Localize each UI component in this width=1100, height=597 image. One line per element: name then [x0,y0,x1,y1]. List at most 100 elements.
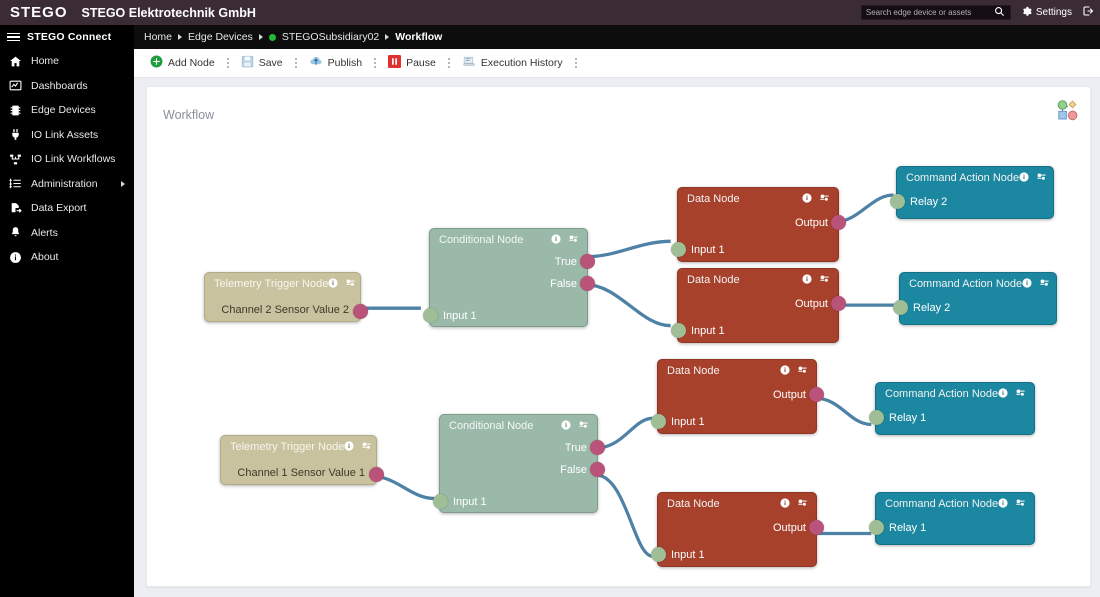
node-data[interactable]: Data Node Output Input 1 [677,268,839,343]
info-icon[interactable] [802,273,812,287]
node-command-action[interactable]: Command Action Node Relay 2 [899,272,1057,325]
input-port[interactable] [671,242,686,257]
sidebar-item-data-export[interactable]: Data Export [0,196,134,221]
gear-sliders-icon[interactable] [568,233,579,247]
output-port-false[interactable] [590,462,605,477]
info-icon[interactable] [344,440,354,454]
execution-history-button[interactable]: Execution History [459,55,566,71]
gear-sliders-icon[interactable] [578,419,589,433]
node-command-action[interactable]: Command Action Node Relay 1 [875,382,1035,435]
node-data[interactable]: Data Node Output Input 1 [677,187,839,262]
node-data[interactable]: Data Node Output Input 1 [657,359,817,434]
gear-sliders-icon[interactable] [361,440,372,454]
info-icon[interactable] [551,233,561,247]
input-label: Input 1 [453,496,487,508]
sidebar-item-alerts[interactable]: Alerts [0,221,134,246]
output-port[interactable] [831,215,846,230]
output-port-false[interactable] [580,276,595,291]
node-telemetry-trigger[interactable]: Telemetry Trigger Node Channel 2 Sensor … [204,272,361,322]
breadcrumb-item-edge-devices[interactable]: Edge Devices [188,31,253,43]
hamburger-icon[interactable] [7,33,20,42]
input-port[interactable] [893,300,908,315]
sidebar-item-io-link-workflows[interactable]: IO Link Workflows [0,147,134,172]
gear-sliders-icon[interactable] [819,273,830,287]
node-title: Data Node [667,498,720,510]
sidebar-item-home[interactable]: Home [0,49,134,74]
node-conditional[interactable]: Conditional Node True False [429,228,588,327]
sidebar-item-edge-devices[interactable]: Edge Devices [0,98,134,123]
node-data[interactable]: Data Node Output Input 1 [657,492,817,567]
workflow-canvas[interactable]: Workflow [146,86,1091,587]
output-port[interactable] [831,296,846,311]
gear-sliders-icon[interactable] [345,277,356,291]
node-command-action[interactable]: Command Action Node Relay 2 [896,166,1054,219]
output-row: Output [658,386,816,404]
info-icon[interactable] [1022,277,1032,291]
info-icon[interactable] [998,387,1008,401]
node-command-action[interactable]: Command Action Node Relay 1 [875,492,1035,545]
node-header: Command Action Node [900,273,1056,291]
search-input[interactable] [866,8,994,17]
info-icon[interactable] [780,497,790,511]
input-port[interactable] [651,414,666,429]
input-port[interactable] [890,194,905,209]
info-icon[interactable] [998,497,1008,511]
gear-sliders-icon[interactable] [1015,387,1026,401]
kebab-menu-icon[interactable] [222,58,234,67]
publish-label: Publish [328,57,362,69]
settings-button[interactable]: Settings [1021,6,1072,20]
add-node-button[interactable]: Add Node [147,55,218,71]
pause-button[interactable]: Pause [385,55,439,71]
input-port[interactable] [671,323,686,338]
node-title: Data Node [687,193,740,205]
kebab-menu-icon[interactable] [570,58,582,67]
input-port[interactable] [423,308,438,323]
info-icon[interactable] [328,277,338,291]
info-icon[interactable] [780,364,790,378]
kebab-menu-icon[interactable] [369,58,381,67]
output-port[interactable] [369,467,384,482]
search-box[interactable] [861,5,1011,20]
wire [585,241,670,256]
sidebar-item-label: Alerts [31,227,58,239]
input-port[interactable] [651,547,666,562]
breadcrumb-item-subsidiary[interactable]: STEGOSubsidiary02 [282,31,379,43]
input-port[interactable] [869,410,884,425]
node-telemetry-trigger[interactable]: Telemetry Trigger Node Channel 1 Sensor … [220,435,377,485]
breadcrumb-item-home[interactable]: Home [144,31,172,43]
output-port[interactable] [809,520,824,535]
save-button[interactable]: Save [238,55,286,71]
logout-icon[interactable] [1082,5,1094,20]
sidebar-item-administration[interactable]: Administration [0,172,134,197]
output-port-true[interactable] [590,440,605,455]
node-conditional[interactable]: Conditional Node True False [439,414,598,513]
input-port[interactable] [869,520,884,535]
plus-circle-icon [150,55,163,71]
gear-sliders-icon[interactable] [819,192,830,206]
output-port[interactable] [809,387,824,402]
input-port[interactable] [433,494,448,509]
sidebar-header[interactable]: STEGO Connect [0,25,134,49]
kebab-menu-icon[interactable] [290,58,302,67]
gear-sliders-icon[interactable] [1039,277,1050,291]
info-icon[interactable] [1019,171,1029,185]
save-label: Save [259,57,283,69]
info-icon[interactable] [802,192,812,206]
kebab-menu-icon[interactable] [443,58,455,67]
sidebar-item-about[interactable]: About [0,245,134,270]
gear-sliders-icon[interactable] [1036,171,1047,185]
brand-logo[interactable]: STEGO STEGO Elektrotechnik GmbH [8,5,256,20]
gear-sliders-icon[interactable] [1015,497,1026,511]
graph-legend-icon[interactable] [1056,99,1078,126]
node-header: Command Action Node [876,493,1034,511]
output-port-true[interactable] [580,254,595,269]
sidebar-item-dashboards[interactable]: Dashboards [0,74,134,99]
info-icon[interactable] [561,419,571,433]
sidebar: STEGO Connect Home Dashboards Edge Devic… [0,25,134,597]
gear-sliders-icon[interactable] [797,497,808,511]
publish-button[interactable]: Publish [306,55,365,71]
gear-sliders-icon[interactable] [797,364,808,378]
sidebar-item-io-link-assets[interactable]: IO Link Assets [0,123,134,148]
search-icon[interactable] [994,6,1005,20]
output-port[interactable] [353,304,368,319]
